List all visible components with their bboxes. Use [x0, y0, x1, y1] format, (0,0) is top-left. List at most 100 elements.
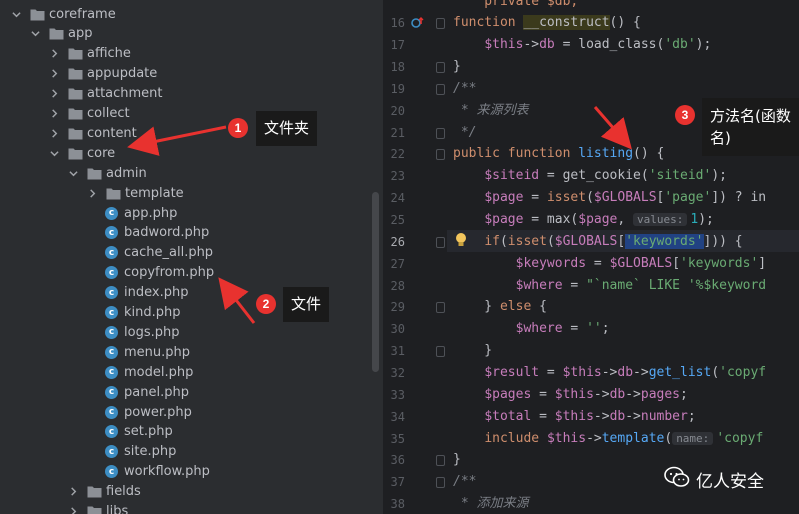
fold-marker-icon[interactable] [436, 62, 445, 74]
chevron-right-icon[interactable] [48, 68, 60, 80]
chevron-down-icon[interactable] [48, 147, 60, 159]
tree-file[interactable]: c logs.php [0, 322, 179, 342]
code-token: ( [586, 190, 594, 206]
chevron-right-icon[interactable] [48, 48, 60, 60]
code-line[interactable]: include $this->template(name:'copyf [453, 428, 763, 450]
line-number: 22 [390, 147, 405, 162]
code-line[interactable]: private $db; [453, 0, 578, 13]
code-line[interactable]: $siteid = get_cookie('siteid'); [453, 165, 727, 187]
code-token: 'copyf [719, 364, 767, 380]
tree-file[interactable]: c menu.php [0, 342, 190, 362]
code-line[interactable]: $this->db = load_class('db'); [453, 34, 711, 56]
fold-marker-icon[interactable] [436, 18, 445, 30]
chevron-right-icon[interactable] [67, 506, 79, 514]
tree-folder[interactable]: fields [0, 482, 141, 502]
chevron-right-icon[interactable] [48, 127, 60, 139]
tree-file[interactable]: c kind.php [0, 303, 181, 323]
code-line[interactable]: */ [453, 122, 477, 144]
code-line[interactable]: * 添加来源 [453, 493, 529, 514]
code-line[interactable]: $page = max($page, values: 1); [453, 209, 714, 231]
code-line[interactable]: $pages = $this->db->pages; [453, 384, 688, 406]
chevron-right-icon[interactable] [48, 88, 60, 100]
line-number: 35 [390, 431, 405, 446]
code-token: ( [499, 233, 508, 249]
code-token: } [453, 59, 461, 75]
code-line[interactable]: $page = isset($GLOBALS['page']) ? in [453, 187, 766, 209]
chevron-down-icon[interactable] [67, 167, 79, 179]
code-line[interactable]: } [453, 340, 492, 362]
code-line[interactable]: $result = $this->db->get_list('copyf [453, 362, 766, 384]
tree-folder[interactable]: core [0, 143, 115, 163]
fold-marker-icon[interactable] [436, 477, 445, 489]
code-line[interactable]: $where = ''; [453, 318, 610, 340]
fold-marker-icon[interactable] [436, 236, 445, 248]
tree-folder[interactable]: template [0, 183, 184, 203]
code-line[interactable]: } else { [453, 296, 547, 318]
code-line[interactable]: $total = $this->db->number; [453, 406, 695, 428]
tree-file[interactable]: c power.php [0, 402, 192, 422]
code-line[interactable]: $where = "`name` LIKE '%$keyword [453, 275, 766, 297]
lightbulb-icon[interactable] [455, 232, 469, 248]
chevron-right-icon[interactable] [67, 486, 79, 498]
wechat-icon [664, 466, 690, 493]
php-file-icon: c [105, 445, 118, 459]
override-method-icon[interactable] [410, 16, 424, 30]
code-token: ); [695, 37, 712, 53]
fold-marker-icon[interactable] [436, 127, 445, 139]
code-token: ]) ? in [711, 190, 767, 206]
fold-marker-icon[interactable] [436, 302, 445, 314]
code-line[interactable]: /** [453, 78, 476, 100]
tree-folder[interactable]: appupdate [0, 64, 157, 84]
code-line[interactable]: } [453, 449, 461, 471]
code-token: include [484, 430, 547, 446]
code-line[interactable]: * 来源列表 [453, 100, 529, 122]
chevron-down-icon[interactable] [29, 28, 41, 40]
tree-file[interactable]: c model.php [0, 362, 193, 382]
code-line[interactable]: } [453, 56, 461, 78]
code-editor[interactable]: 16 17 18 19 20 21 22 23 24 25 26 27 28 29 30 31 32 33 34 35… [383, 0, 799, 514]
tree-file[interactable]: c index.php [0, 283, 188, 303]
tree-folder[interactable]: libs [0, 502, 128, 514]
chevron-down-icon[interactable] [10, 8, 22, 20]
code-token: = [562, 321, 587, 337]
tree-file[interactable]: c site.php [0, 442, 176, 462]
tree-folder[interactable]: collect [0, 104, 130, 124]
fold-marker-icon[interactable] [436, 346, 445, 358]
fold-marker-icon[interactable] [436, 83, 445, 95]
code-line[interactable]: function __construct() { [453, 12, 641, 34]
chevron-right-icon[interactable] [48, 108, 60, 120]
code-line[interactable]: $keywords = $GLOBALS['keywords'] [453, 253, 767, 275]
tree-file[interactable]: c copyfrom.php [0, 263, 214, 283]
tree-folder[interactable]: admin [0, 163, 147, 183]
tree-file[interactable]: c panel.php [0, 382, 189, 402]
line-number: 38 [390, 497, 405, 512]
code-line[interactable]: /** [453, 471, 476, 493]
tree-folder[interactable]: content [0, 123, 137, 143]
code-token: $total [484, 408, 532, 424]
fold-marker-icon[interactable] [436, 455, 445, 467]
code-token: ); [711, 168, 727, 184]
tree-file[interactable]: c set.php [0, 422, 173, 442]
tree-item-label: appupdate [87, 66, 158, 82]
line-number: 31 [390, 344, 405, 359]
tree-folder[interactable]: attachment [0, 84, 163, 104]
tree-folder[interactable]: app [0, 24, 92, 44]
tree-folder[interactable]: affiche [0, 44, 131, 64]
code-token: ); [698, 212, 714, 227]
tree-folder[interactable]: coreframe [0, 4, 116, 24]
tree-scrollbar[interactable] [372, 192, 379, 372]
code-line[interactable]: if(isset($GLOBALS['keywords'])) { [453, 231, 743, 253]
tree-file[interactable]: c app.php [0, 203, 177, 223]
folder-icon [67, 86, 83, 102]
tree-item-label: workflow.php [124, 464, 210, 480]
tree-item-label: cache_all.php [124, 245, 214, 261]
code-token: */ [453, 124, 477, 140]
tree-file[interactable]: c badword.php [0, 223, 209, 243]
code-line[interactable]: public function listing() { [453, 143, 664, 165]
fold-marker-icon[interactable] [436, 149, 445, 161]
tree-file[interactable]: c workflow.php [0, 462, 210, 482]
chevron-right-icon[interactable] [86, 187, 98, 199]
tree-file[interactable]: c cache_all.php [0, 243, 213, 263]
